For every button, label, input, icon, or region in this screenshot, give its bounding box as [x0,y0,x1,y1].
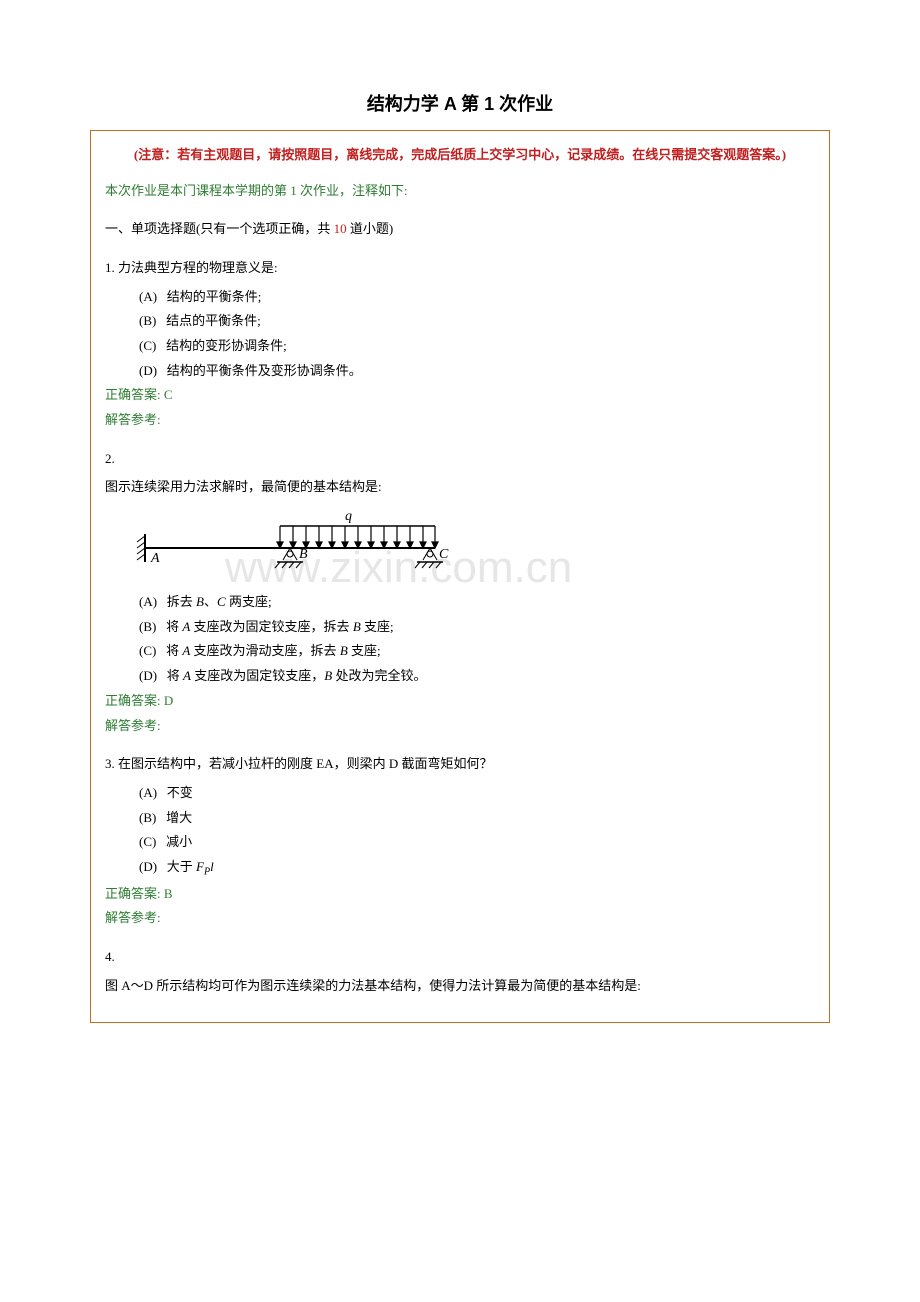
math-F: F [196,859,204,874]
q2a-pre: (A) 拆去 [139,594,196,609]
q3-option-c: (C) 减小 [105,830,815,855]
q1-text: 力法典型方程的物理意义是: [118,260,278,275]
intro-text: 本次作业是本门课程本学期的第 1 次作业，注释如下: [105,179,815,204]
q3-option-b: (B) 增大 [105,806,815,831]
q3-text: 在图示结构中，若减小拉杆的刚度 EA，则梁内 D 截面弯矩如何？ [118,756,492,771]
page: 结构力学 A 第 1 次作业 (注意：若有主观题目，请按照题目，离线完成，完成后… [0,0,920,1083]
q2c-mid: 支座改为滑动支座，拆去 [190,643,340,658]
q2c-post: 支座; [348,643,381,658]
q1-option-c: (C) 结构的变形协调条件; [105,334,815,359]
notice-text: (注意：若有主观题目，请按照题目，离线完成，完成后纸质上交学习中心，记录成绩。在… [105,145,815,165]
q1-num: 1. [105,260,115,275]
spacer [105,931,815,945]
q2d-post: 处改为完全铰。 [332,668,426,683]
q2b-b: B [353,619,361,634]
q2-diagram: www.zixin.com.cn q [115,508,815,582]
beam-diagram-svg: q [115,508,455,582]
q3-stem: 3. 在图示结构中，若减小拉杆的刚度 EA，则梁内 D 截面弯矩如何？ [105,752,815,777]
q2a-b: B [196,594,204,609]
q2-reference: 解答参考: [105,714,815,739]
q1-stem: 1. 力法典型方程的物理意义是: [105,256,815,281]
section-pre: 一、单项选择题(只有一个选项正确，共 [105,221,334,236]
q3-reference: 解答参考: [105,906,815,931]
q2-stem: 图示连续梁用力法求解时，最简便的基本结构是: [105,475,815,500]
support-label-c: C [439,547,449,562]
q2b-pre: (B) 将 [139,619,182,634]
q2-option-b: (B) 将 A 支座改为固定铰支座，拆去 B 支座; [105,615,815,640]
q2d-mid: 支座改为固定铰支座， [191,668,324,683]
q2d-pre: (D) 将 [139,668,183,683]
q1-reference: 解答参考: [105,408,815,433]
document-title: 结构力学 A 第 1 次作业 [90,90,830,116]
q3-answer: 正确答案: B [105,882,815,907]
q2b-post: 支座; [361,619,394,634]
q2b-mid: 支座改为固定铰支座，拆去 [190,619,353,634]
q2d-a: A [183,668,191,683]
q2c-pre: (C) 将 [139,643,182,658]
q2-option-c: (C) 将 A 支座改为滑动支座，拆去 B 支座; [105,639,815,664]
q2-num: 2. [105,447,815,472]
question-count: 10 [334,221,347,236]
spacer [105,738,815,752]
q2-option-d: (D) 将 A 支座改为固定铰支座，B 处改为完全铰。 [105,664,815,689]
q3-option-d: (D) 大于 FPl [105,855,815,882]
q3-option-a: (A) 不变 [105,781,815,806]
section-heading: 一、单项选择题(只有一个选项正确，共 10 道小题) [105,217,815,242]
q1-option-a: (A) 结构的平衡条件; [105,285,815,310]
q3d-pre: (D) 大于 [139,859,196,874]
q2c-b: B [340,643,348,658]
content-box: (注意：若有主观题目，请按照题目，离线完成，完成后纸质上交学习中心，记录成绩。在… [90,130,830,1023]
math-l: l [210,859,214,874]
q3-num: 3. [105,756,115,771]
load-label-q: q [345,509,352,524]
q1-answer: 正确答案: C [105,383,815,408]
section-post: 道小题) [347,221,394,236]
q4-stem: 图 A～D 所示结构均可作为图示连续梁的力法基本结构，使得力法计算最为简便的基本… [105,974,815,999]
support-label-b: B [299,547,308,562]
q1-option-d: (D) 结构的平衡条件及变形协调条件。 [105,359,815,384]
q4-num: 4. [105,945,815,970]
q1-option-b: (B) 结点的平衡条件; [105,309,815,334]
q2a-mid: 、 [204,594,217,609]
spacer [105,433,815,447]
support-label-a: A [150,551,160,566]
math-formula: FPl [196,859,214,874]
q2-answer: 正确答案: D [105,689,815,714]
